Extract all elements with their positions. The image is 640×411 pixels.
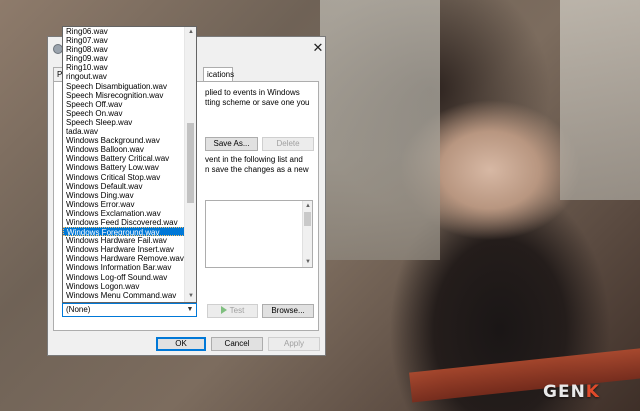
scroll-thumb[interactable] xyxy=(304,212,311,226)
sound-list-item[interactable]: Windows Foreground.wav xyxy=(63,227,185,237)
sound-list-item[interactable]: Windows Menu Command.wav xyxy=(63,291,185,300)
genk-watermark-logo: GENK xyxy=(543,382,600,402)
play-icon xyxy=(220,306,227,314)
sound-list-item[interactable]: Windows Battery Low.wav xyxy=(63,163,185,172)
sound-list-item[interactable]: Windows Hardware Insert.wav xyxy=(63,245,185,254)
wallpaper-building xyxy=(560,0,640,200)
apply-button[interactable]: Apply xyxy=(268,337,320,351)
sound-list-item[interactable]: Windows Hardware Remove.wav xyxy=(63,254,185,263)
sound-list-scrollbar[interactable]: ▲ ▼ xyxy=(184,27,196,302)
browse-button[interactable]: Browse... xyxy=(262,304,314,318)
delete-button[interactable]: Delete xyxy=(262,137,314,151)
cancel-button[interactable]: Cancel xyxy=(211,337,263,351)
ok-button[interactable]: OK xyxy=(156,337,206,351)
sound-list-item[interactable]: Windows Exclamation.wav xyxy=(63,209,185,218)
sound-list-item[interactable]: Ring06.wav xyxy=(63,27,185,36)
sound-list-item[interactable]: Ring10.wav xyxy=(63,63,185,72)
sound-items: Ring06.wav Ring07.wav Ring08.wav Ring09.wav… xyxy=(63,27,185,300)
scroll-thumb[interactable] xyxy=(187,123,194,203)
sound-list-item[interactable]: Ring08.wav xyxy=(63,45,185,54)
sound-list-item[interactable]: Speech Off.wav xyxy=(63,100,185,109)
program-events-list[interactable]: ▲ ▼ xyxy=(205,200,313,268)
test-button[interactable]: Test xyxy=(207,304,258,318)
scroll-down-icon[interactable]: ▼ xyxy=(303,257,313,267)
sound-list-item[interactable]: Windows Default.wav xyxy=(63,182,185,191)
sound-list-item[interactable]: Windows Feed Discovered.wav xyxy=(63,218,185,227)
sounds-combobox[interactable]: (None) ▼ xyxy=(62,303,197,317)
events-scrollbar[interactable]: ▲ ▼ xyxy=(302,201,312,267)
sound-list-item[interactable]: Windows Log-off Sound.wav xyxy=(63,273,185,282)
sound-list-item[interactable]: Windows Error.wav xyxy=(63,200,185,209)
sound-list-item[interactable]: Speech Misrecognition.wav xyxy=(63,91,185,100)
save-as-button[interactable]: Save As... xyxy=(205,137,258,151)
sound-list-item[interactable]: Windows Ding.wav xyxy=(63,191,185,200)
chevron-down-icon[interactable]: ▼ xyxy=(184,304,196,316)
sound-list-item[interactable]: Windows Critical Stop.wav xyxy=(63,173,185,182)
combobox-value: (None) xyxy=(66,305,91,314)
scroll-down-icon[interactable]: ▼ xyxy=(185,291,196,302)
sound-list-item[interactable]: Windows Logon.wav xyxy=(63,282,185,291)
sound-list-item[interactable]: ringout.wav xyxy=(63,72,185,81)
scroll-up-icon[interactable]: ▲ xyxy=(303,201,313,211)
sound-list-item[interactable]: Windows Balloon.wav xyxy=(63,145,185,154)
sound-dropdown-list[interactable]: Ring06.wav Ring07.wav Ring08.wav Ring09.wav… xyxy=(62,26,197,303)
wallpaper-railing xyxy=(409,347,640,403)
wallpaper-building xyxy=(320,0,440,260)
sound-scheme-description: plied to events in Windows tting scheme … xyxy=(205,88,310,107)
program-events-description: vent in the following list and n save th… xyxy=(205,155,309,174)
sound-list-item[interactable]: Ring07.wav xyxy=(63,36,185,45)
close-button[interactable]: ✕ xyxy=(311,41,325,55)
sound-list-item[interactable]: Ring09.wav xyxy=(63,54,185,63)
sound-list-item[interactable]: Speech On.wav xyxy=(63,109,185,118)
sound-list-item[interactable]: tada.wav xyxy=(63,127,185,136)
sound-list-item[interactable]: Windows Battery Critical.wav xyxy=(63,154,185,163)
scroll-up-icon[interactable]: ▲ xyxy=(185,27,196,38)
sound-list-item[interactable]: Windows Background.wav xyxy=(63,136,185,145)
sound-list-item[interactable]: Speech Sleep.wav xyxy=(63,118,185,127)
sound-list-item[interactable]: Windows Information Bar.wav xyxy=(63,263,185,272)
tab-communications[interactable]: ications xyxy=(203,67,234,81)
sound-list-item[interactable]: Speech Disambiguation.wav xyxy=(63,82,185,91)
sound-list-item[interactable]: Windows Hardware Fail.wav xyxy=(63,236,185,245)
